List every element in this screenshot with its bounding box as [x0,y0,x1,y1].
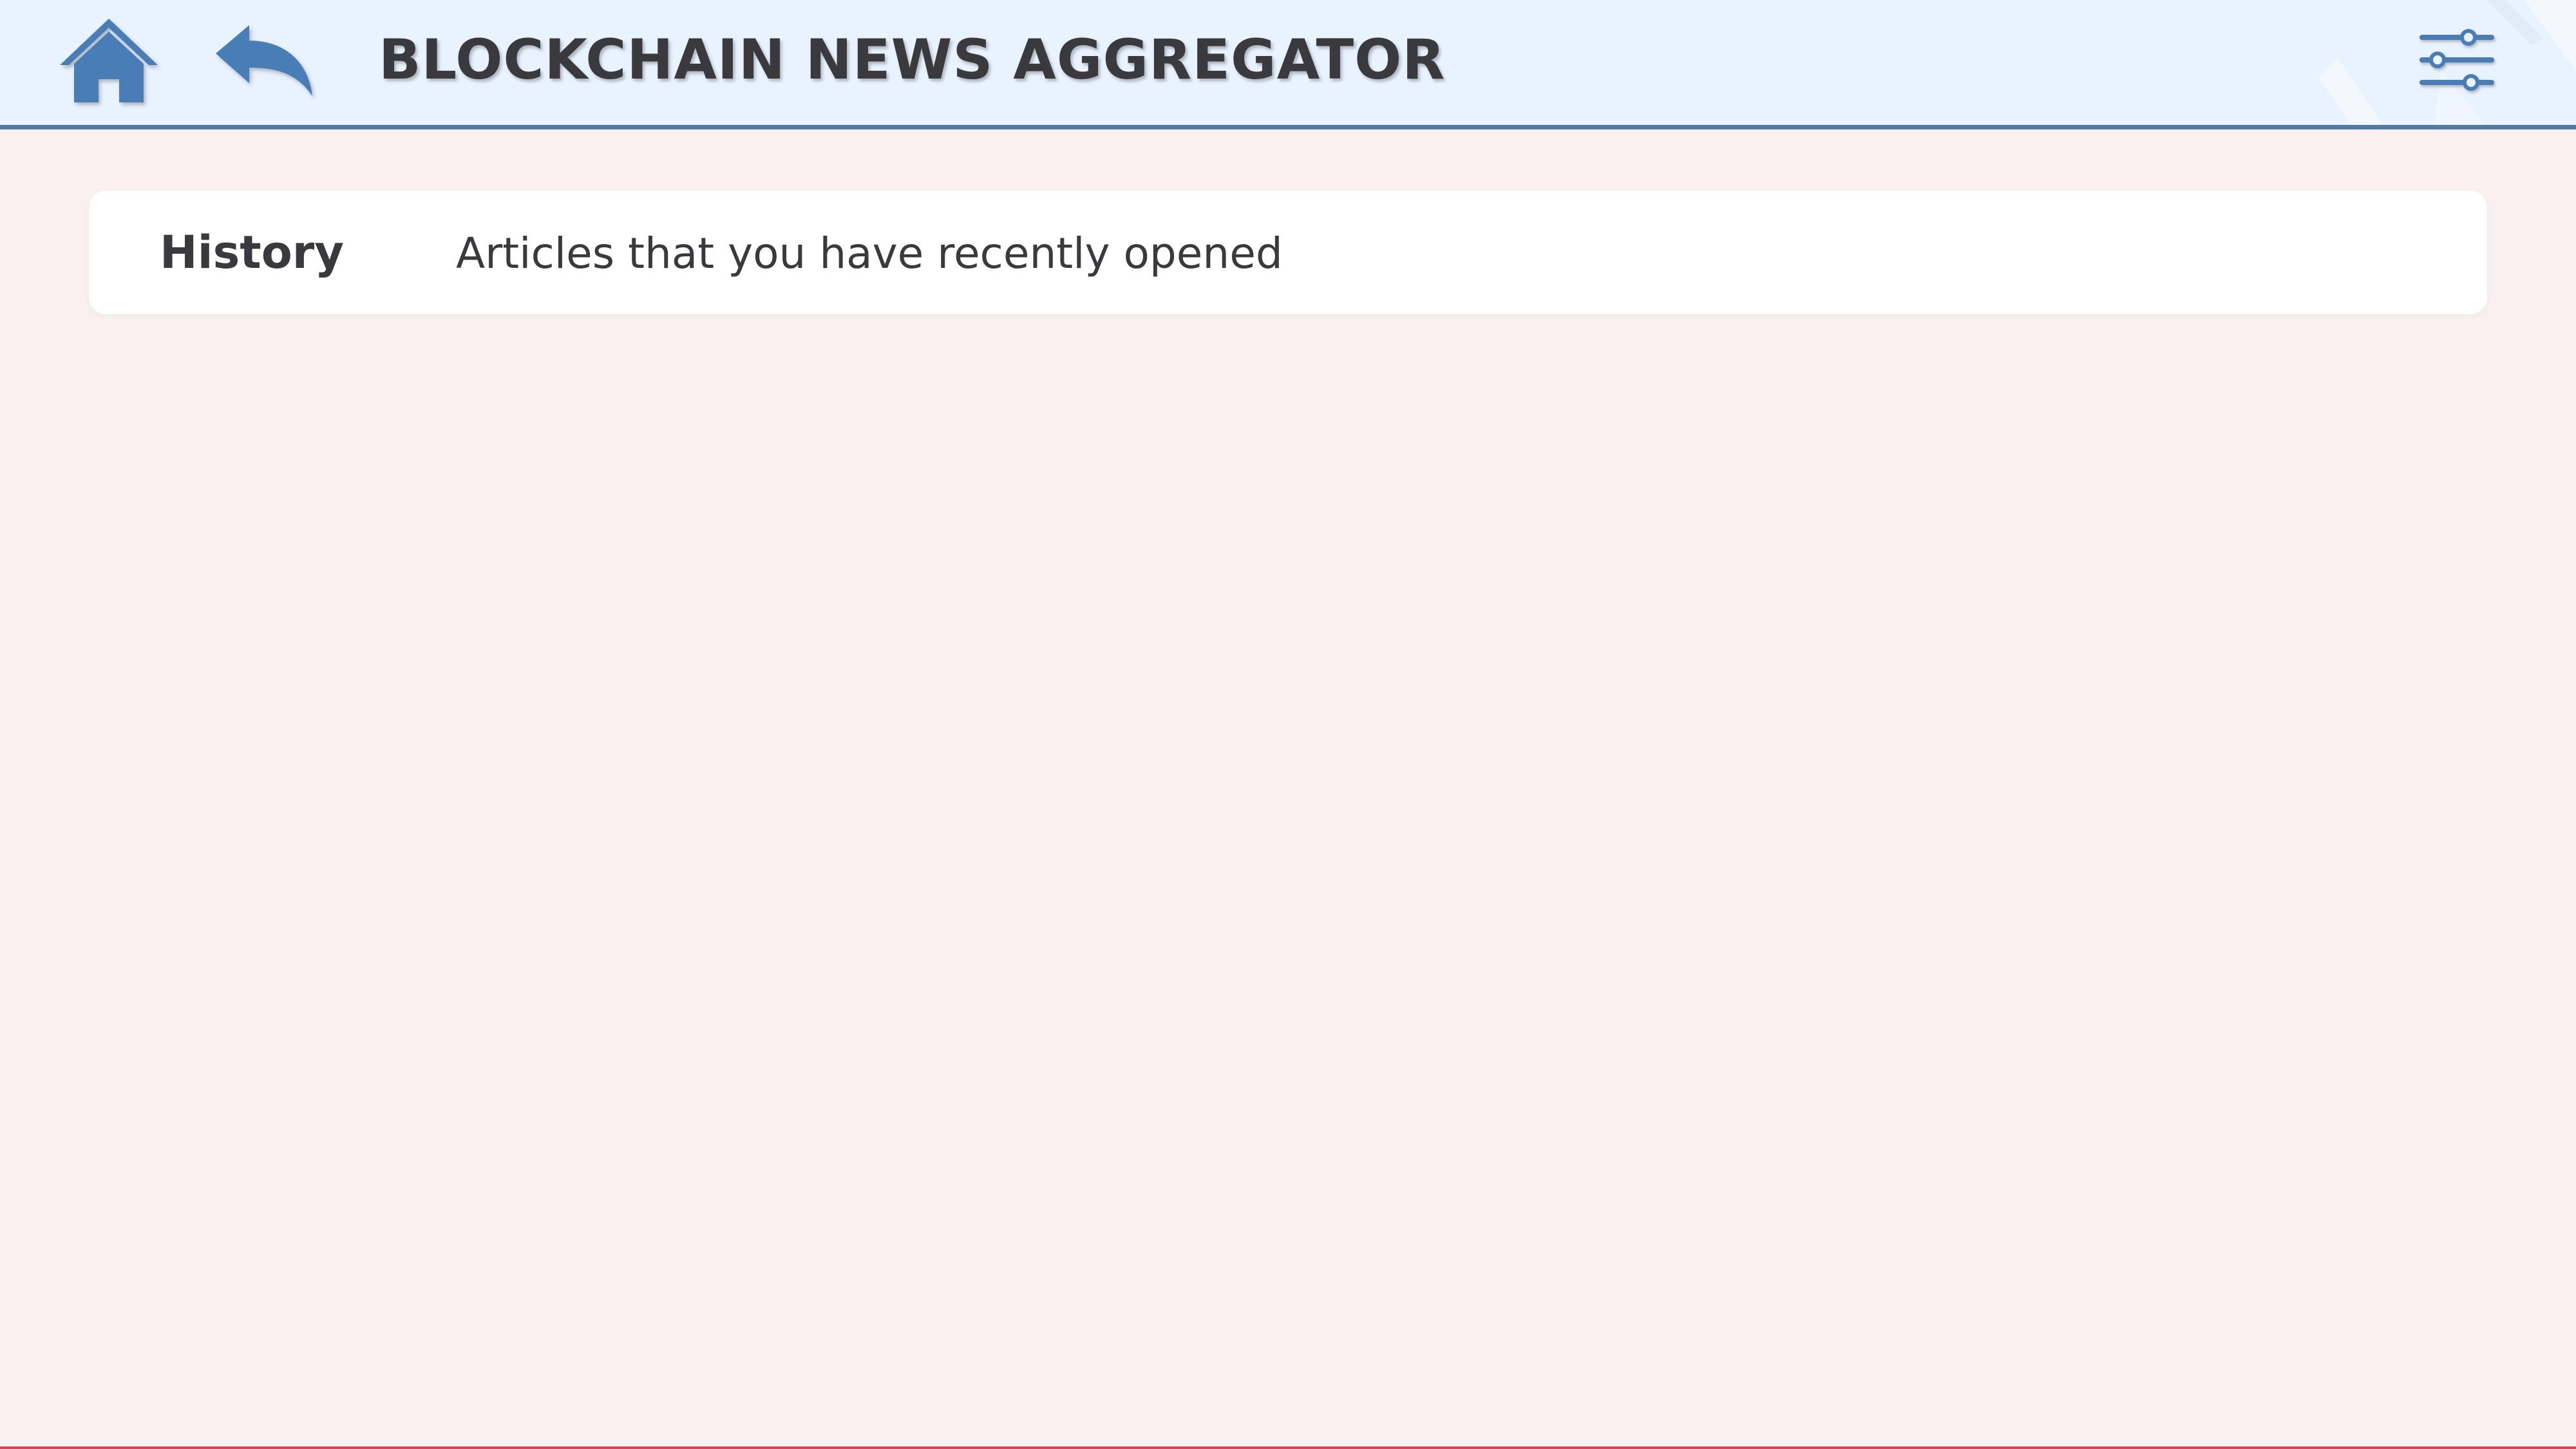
home-button[interactable] [54,12,164,108]
top-bar: BLOCKCHAIN NEWS AGGREGATOR [0,0,2576,129]
app-root: BLOCKCHAIN NEWS AGGREGATOR History Artic… [0,0,2576,1449]
sliders-icon [2420,28,2494,91]
settings-button[interactable] [2412,19,2502,100]
bottom-accent-line [0,1446,2576,1449]
app-title: BLOCKCHAIN NEWS AGGREGATOR [379,28,1446,92]
history-header-card: History Articles that you have recently … [89,191,2487,314]
history-title: History [160,226,344,279]
history-subtitle: Articles that you have recently opened [456,229,1283,278]
back-arrow-icon [216,25,312,96]
home-icon [60,19,158,102]
back-button[interactable] [210,18,319,102]
